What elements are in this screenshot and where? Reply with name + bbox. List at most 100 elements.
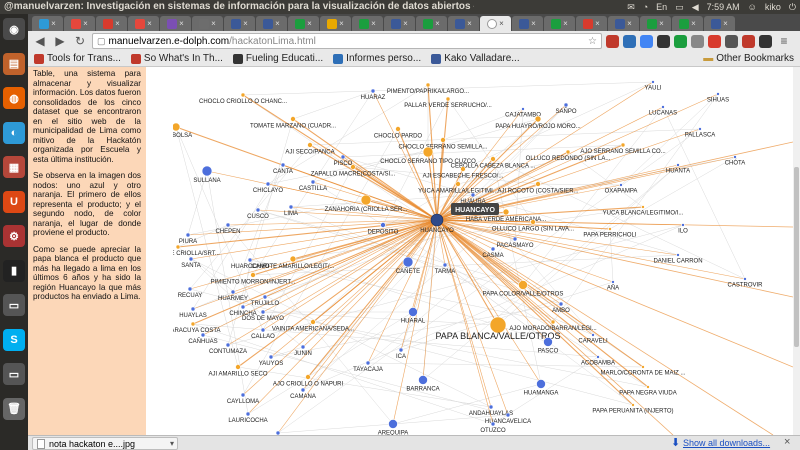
- extension-icon[interactable]: [657, 34, 670, 48]
- product-node[interactable]: [460, 166, 466, 172]
- power-icon[interactable]: ⏻: [789, 2, 796, 13]
- tab-close-icon[interactable]: ×: [339, 19, 344, 28]
- tab-close-icon[interactable]: ×: [435, 19, 440, 28]
- product-node[interactable]: [425, 82, 431, 88]
- volume-icon[interactable]: ◀: [692, 2, 699, 13]
- extension-icon[interactable]: [725, 34, 738, 48]
- region-node[interactable]: [512, 236, 518, 242]
- region-node[interactable]: [300, 387, 306, 393]
- region-node[interactable]: [185, 232, 191, 238]
- region-node[interactable]: [340, 154, 346, 160]
- product-node[interactable]: [310, 319, 316, 325]
- product-node[interactable]: [307, 142, 313, 148]
- product-node[interactable]: [502, 208, 510, 216]
- launcher-app-icon[interactable]: ▦: [3, 156, 25, 178]
- region-node[interactable]: [240, 392, 246, 398]
- product-node[interactable]: [240, 92, 246, 98]
- region-node[interactable]: [408, 307, 418, 317]
- product-node[interactable]: [235, 364, 241, 370]
- product-node[interactable]: [440, 137, 446, 143]
- browser-tab[interactable]: ×: [640, 16, 671, 31]
- region-node[interactable]: [611, 280, 615, 284]
- launcher-app-icon[interactable]: 🗑: [3, 397, 25, 420]
- extension-icon[interactable]: [640, 34, 653, 48]
- product-node[interactable]: [305, 374, 311, 380]
- product-node[interactable]: [530, 219, 536, 225]
- browser-tab[interactable]: ×: [32, 16, 63, 31]
- tab-close-icon[interactable]: ×: [627, 19, 632, 28]
- region-node[interactable]: [225, 342, 231, 348]
- extension-icon[interactable]: [674, 34, 687, 48]
- launcher-app-icon[interactable]: ◍: [3, 87, 25, 109]
- region-node[interactable]: [402, 256, 414, 268]
- region-node[interactable]: [365, 360, 371, 366]
- browser-tab[interactable]: ×: [448, 16, 479, 31]
- region-node[interactable]: [676, 163, 680, 167]
- clock[interactable]: 7:59 AM: [707, 2, 740, 12]
- region-node[interactable]: [188, 256, 194, 262]
- region-node[interactable]: [490, 421, 496, 427]
- region-node[interactable]: [490, 246, 496, 252]
- product-node[interactable]: [518, 280, 528, 290]
- region-node[interactable]: [245, 411, 251, 417]
- product-node[interactable]: [250, 272, 256, 278]
- product-node[interactable]: [646, 385, 650, 389]
- region-node[interactable]: [398, 347, 404, 353]
- region-node[interactable]: [268, 354, 274, 360]
- product-node[interactable]: [289, 255, 297, 263]
- tab-close-icon[interactable]: ×: [275, 19, 280, 28]
- region-node[interactable]: [743, 277, 747, 281]
- product-node[interactable]: [445, 96, 451, 102]
- user-name[interactable]: kiko: [765, 2, 781, 12]
- browser-tab[interactable]: ×: [512, 16, 543, 31]
- product-node[interactable]: [173, 122, 181, 132]
- network-graph[interactable]: CHOCLO CRIOLLO O CHANC... HUARAZPIMENTO/P…: [173, 67, 793, 435]
- browser-tab[interactable]: ×: [384, 16, 415, 31]
- reload-icon[interactable]: ↻: [72, 33, 88, 49]
- tab-close-icon[interactable]: ×: [531, 19, 536, 28]
- tab-close-icon[interactable]: ×: [243, 19, 248, 28]
- launcher-app-icon[interactable]: ◐: [3, 121, 25, 144]
- region-node[interactable]: [300, 344, 306, 350]
- product-node[interactable]: [350, 164, 356, 170]
- browser-tab[interactable]: ×: [96, 16, 127, 31]
- product-node[interactable]: [565, 149, 571, 155]
- region-node[interactable]: [536, 379, 546, 389]
- other-bookmarks[interactable]: ▬ Other Bookmarks: [703, 53, 800, 64]
- tab-close-icon[interactable]: ×: [723, 19, 728, 28]
- product-node[interactable]: [490, 156, 496, 162]
- launcher-app-icon[interactable]: ▮: [3, 259, 25, 282]
- region-node[interactable]: [543, 337, 553, 347]
- mail-icon[interactable]: ✉: [627, 2, 635, 13]
- bookmark-item[interactable]: Tools for Trans...: [34, 53, 121, 64]
- tab-close-icon[interactable]: ×: [595, 19, 600, 28]
- bookmark-item[interactable]: Informes perso...: [333, 53, 421, 64]
- browser-tab[interactable]: ×: [256, 16, 287, 31]
- tab-close-icon[interactable]: ×: [211, 19, 216, 28]
- show-all-downloads-link[interactable]: Show all downloads...: [683, 438, 770, 448]
- region-node[interactable]: [201, 165, 213, 177]
- region-node[interactable]: [442, 262, 448, 268]
- region-node[interactable]: [521, 107, 525, 111]
- star-icon[interactable]: ☆: [588, 36, 601, 47]
- product-node[interactable]: [641, 205, 645, 209]
- region-node[interactable]: [380, 222, 386, 228]
- region-node[interactable]: [716, 92, 720, 96]
- extension-icon[interactable]: [759, 34, 772, 48]
- launcher-app-icon[interactable]: ⚙: [3, 225, 25, 247]
- region-node[interactable]: [488, 404, 494, 410]
- browser-tab[interactable]: ×: [480, 16, 511, 31]
- product-node[interactable]: [535, 181, 541, 187]
- browser-tab[interactable]: ×: [224, 16, 255, 31]
- region-node[interactable]: [505, 412, 511, 418]
- extension-icon[interactable]: [708, 34, 721, 48]
- region-node[interactable]: [310, 179, 316, 185]
- browser-tab[interactable]: ×: [160, 16, 191, 31]
- bookmark-item[interactable]: Kako Valladare...: [431, 53, 520, 64]
- tab-close-icon[interactable]: ×: [691, 19, 696, 28]
- browser-tab[interactable]: ×: [352, 16, 383, 31]
- extension-icon[interactable]: [606, 34, 619, 48]
- product-node[interactable]: [631, 403, 635, 407]
- tab-close-icon[interactable]: ×: [83, 19, 88, 28]
- product-node[interactable]: [190, 321, 196, 327]
